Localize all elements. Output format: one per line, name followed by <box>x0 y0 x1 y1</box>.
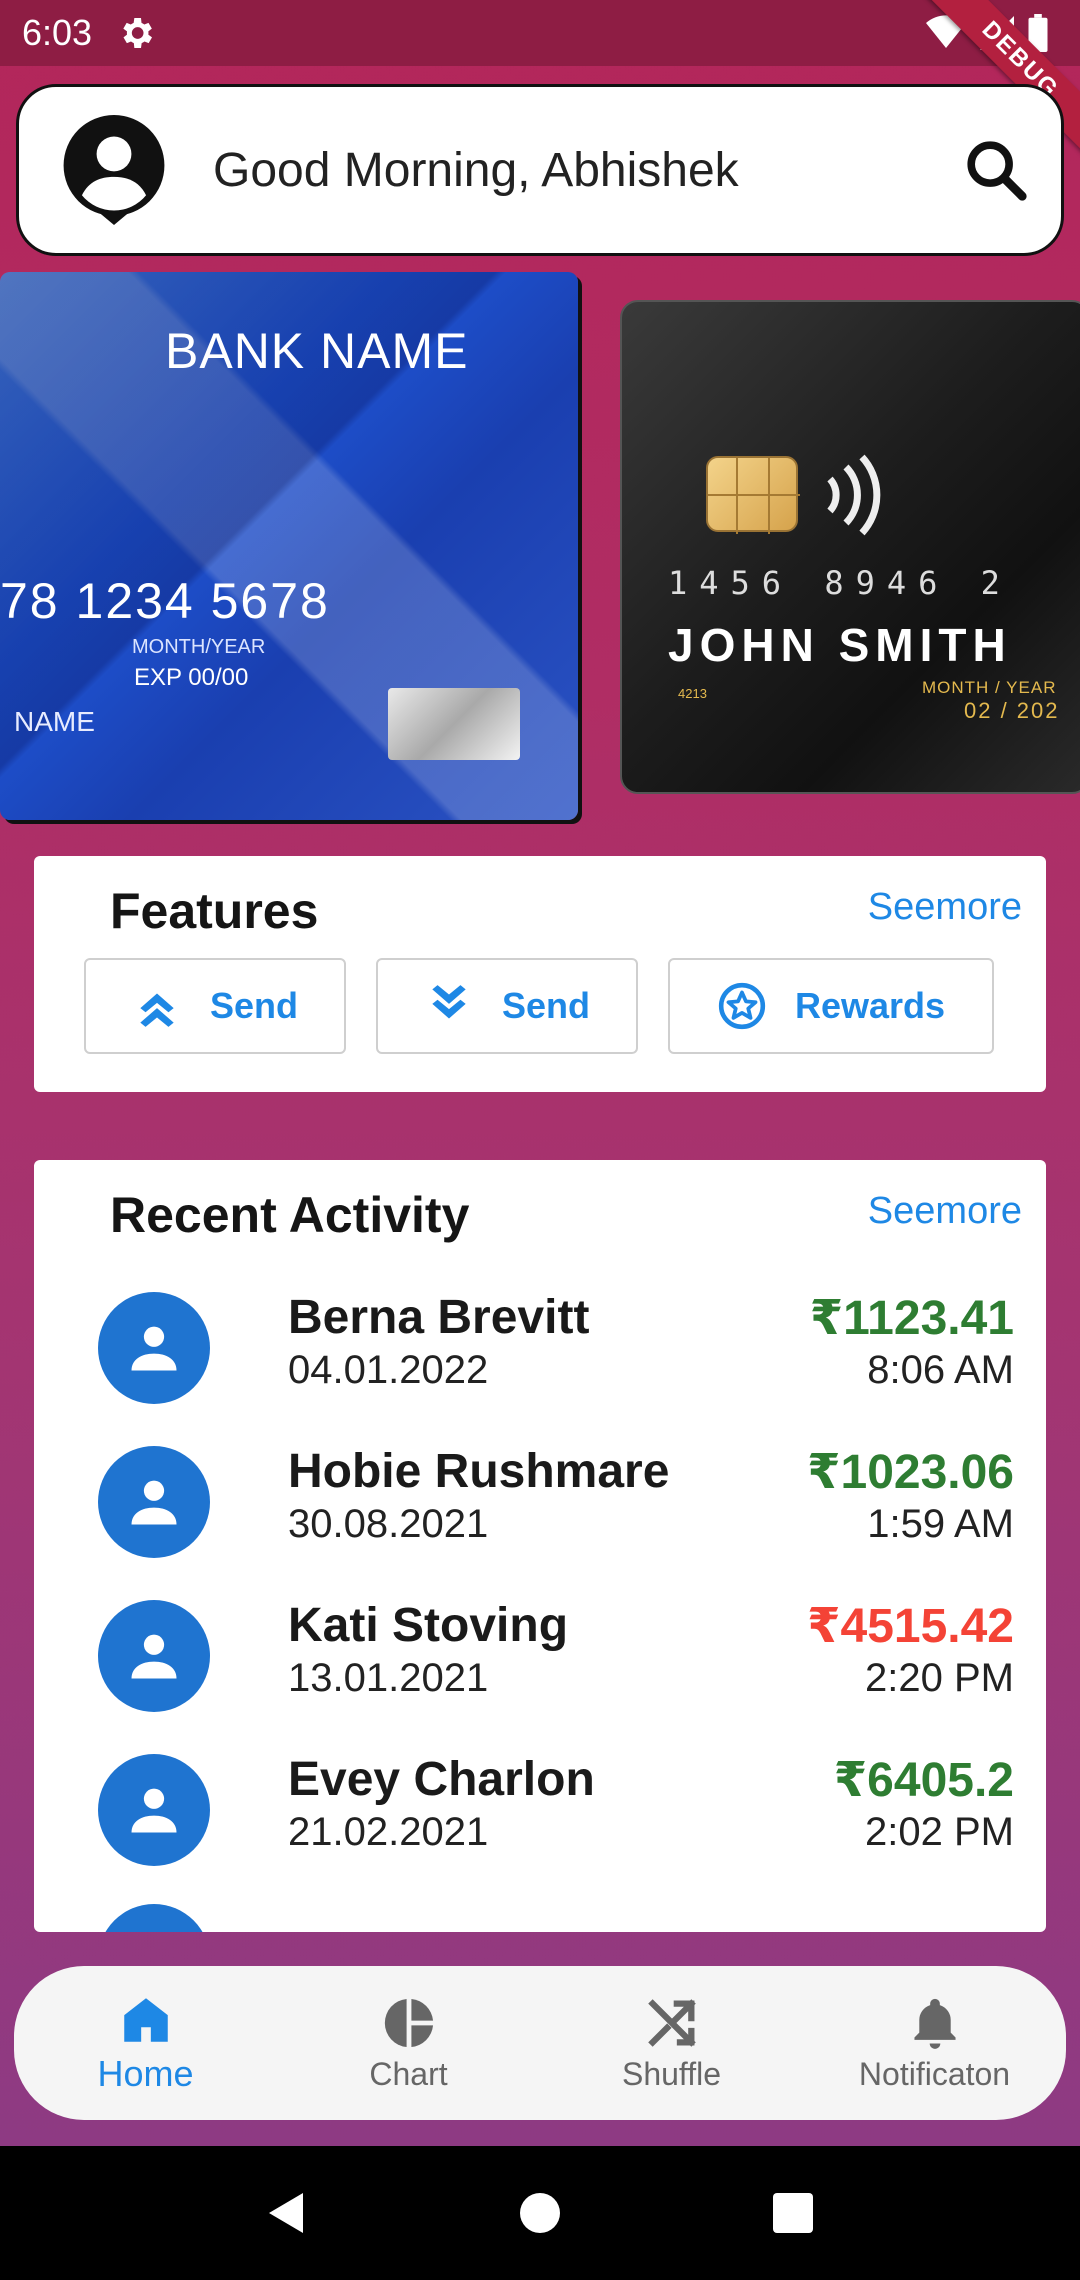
nav-home[interactable]: Home <box>14 1966 277 2120</box>
greeting-text: Good Morning, Abhishek <box>213 143 739 197</box>
activity-item[interactable]: Evey Charlon 21.02.2021 ₹6405.2 2:02 PM <box>98 1752 1014 1906</box>
status-bar: 6:03 <box>0 0 1080 66</box>
rewards-label: Rewards <box>794 985 946 1026</box>
back-icon[interactable] <box>263 2189 311 2237</box>
activity-amount: ₹6405.2 <box>833 1754 1014 1807</box>
card-small-number: 4213 <box>678 686 707 701</box>
card-holder: JOHN SMITH <box>668 619 1012 671</box>
activity-amount: ₹4515.42 <box>807 1600 1014 1653</box>
card-exp: EXP 00/00 <box>134 664 249 691</box>
chip-icon <box>706 456 800 534</box>
nav-notification-label: Notificaton <box>858 2055 1011 2092</box>
send-down-label: Send <box>501 985 590 1026</box>
card-number: 1456 8946 2 <box>668 564 1012 602</box>
nav-home-label: Home <box>97 2053 194 2094</box>
greeting-bar: Good Morning, Abhishek <box>16 84 1064 256</box>
settings-gear-icon <box>123 18 153 48</box>
pie-chart-icon <box>384 1998 433 2047</box>
bottom-navigation: Home Chart Shuffle Notificaton <box>14 1966 1066 2120</box>
activity-date: 13.01.2021 <box>288 1656 489 1700</box>
search-icon[interactable] <box>961 135 1031 205</box>
home-circle-icon[interactable] <box>516 2189 564 2237</box>
activity-name: Kati Stoving <box>288 1599 569 1652</box>
activity-amount: ₹1123.41 <box>809 1292 1014 1345</box>
bank-card-blue[interactable]: BANK NAME 78 1234 5678 MONTH/YEAR EXP 00… <box>0 272 578 820</box>
recent-activity-seemore-link[interactable]: Seemore <box>868 1190 1022 1233</box>
rewards-button[interactable]: Rewards <box>668 958 994 1054</box>
system-navigation-bar <box>0 2146 1080 2280</box>
card-holder: NAME <box>14 706 95 737</box>
activity-name: Berna Brevitt <box>288 1291 590 1344</box>
activity-item[interactable]: Kati Stoving 13.01.2021 ₹4515.42 2:20 PM <box>98 1598 1014 1752</box>
card-hologram <box>388 688 520 760</box>
activity-name: Hobie Rushmare <box>288 1445 670 1498</box>
activity-item[interactable]: Hobie Rushmare 30.08.2021 ₹1023.06 1:59 … <box>98 1444 1014 1598</box>
activity-list: Berna Brevitt 04.01.2022 ₹1123.41 8:06 A… <box>98 1290 1014 1906</box>
nav-shuffle[interactable]: Shuffle <box>540 1966 803 2120</box>
person-avatar-icon <box>98 1754 210 1866</box>
card-exp-label: MONTH/YEAR <box>132 636 266 658</box>
nav-chart[interactable]: Chart <box>277 1966 540 2120</box>
activity-time: 1:59 AM <box>867 1502 1014 1546</box>
recents-icon[interactable] <box>769 2189 817 2237</box>
bank-card-black[interactable]: 1456 8946 2 JOHN SMITH 4213 MONTH / YEAR… <box>620 300 1080 794</box>
person-avatar-icon <box>98 1446 210 1558</box>
status-time: 6:03 <box>22 12 93 53</box>
nav-notification[interactable]: Notificaton <box>803 1966 1066 2120</box>
bell-icon <box>913 1998 956 2049</box>
person-avatar-icon <box>98 1904 210 1932</box>
shuffle-icon <box>647 1998 696 2047</box>
double-chevron-up-icon <box>140 993 174 1027</box>
card-exp-label: MONTH / YEAR <box>922 678 1057 697</box>
card-number: 78 1234 5678 <box>0 573 330 629</box>
bank-name: BANK NAME <box>165 323 469 379</box>
star-circle-icon <box>718 982 766 1030</box>
account-circle-icon[interactable] <box>59 115 169 225</box>
activity-date: 04.01.2022 <box>288 1348 489 1392</box>
activity-name: Evey Charlon <box>288 1753 595 1806</box>
contactless-icon <box>827 454 881 536</box>
person-avatar-icon <box>98 1600 210 1712</box>
person-avatar-icon <box>98 1292 210 1404</box>
home-icon <box>123 1998 168 2042</box>
activity-time: 8:06 AM <box>867 1348 1014 1392</box>
activity-date: 30.08.2021 <box>288 1502 489 1546</box>
send-up-label: Send <box>209 985 298 1026</box>
send-down-button[interactable]: Send <box>376 958 638 1054</box>
card-exp: 02 / 202 <box>964 698 1060 723</box>
double-chevron-down-icon <box>432 985 466 1019</box>
nav-chart-label: Chart <box>369 2055 448 2092</box>
nav-shuffle-label: Shuffle <box>621 2055 722 2092</box>
activity-amount: ₹1023.06 <box>807 1446 1014 1499</box>
activity-date: 21.02.2021 <box>288 1810 489 1854</box>
recent-activity-panel: Recent Activity Seemore Berna Brevitt 04… <box>34 1160 1046 1932</box>
features-panel: Features Seemore Send Send Rewards <box>34 856 1046 1092</box>
activity-item[interactable]: Berna Brevitt 04.01.2022 ₹1123.41 8:06 A… <box>98 1290 1014 1444</box>
recent-activity-title: Recent Activity <box>110 1187 470 1243</box>
features-seemore-link[interactable]: Seemore <box>868 886 1022 929</box>
activity-time: 2:02 PM <box>865 1810 1014 1854</box>
activity-time: 2:20 PM <box>865 1656 1014 1700</box>
send-up-button[interactable]: Send <box>84 958 346 1054</box>
features-title: Features <box>110 883 319 939</box>
